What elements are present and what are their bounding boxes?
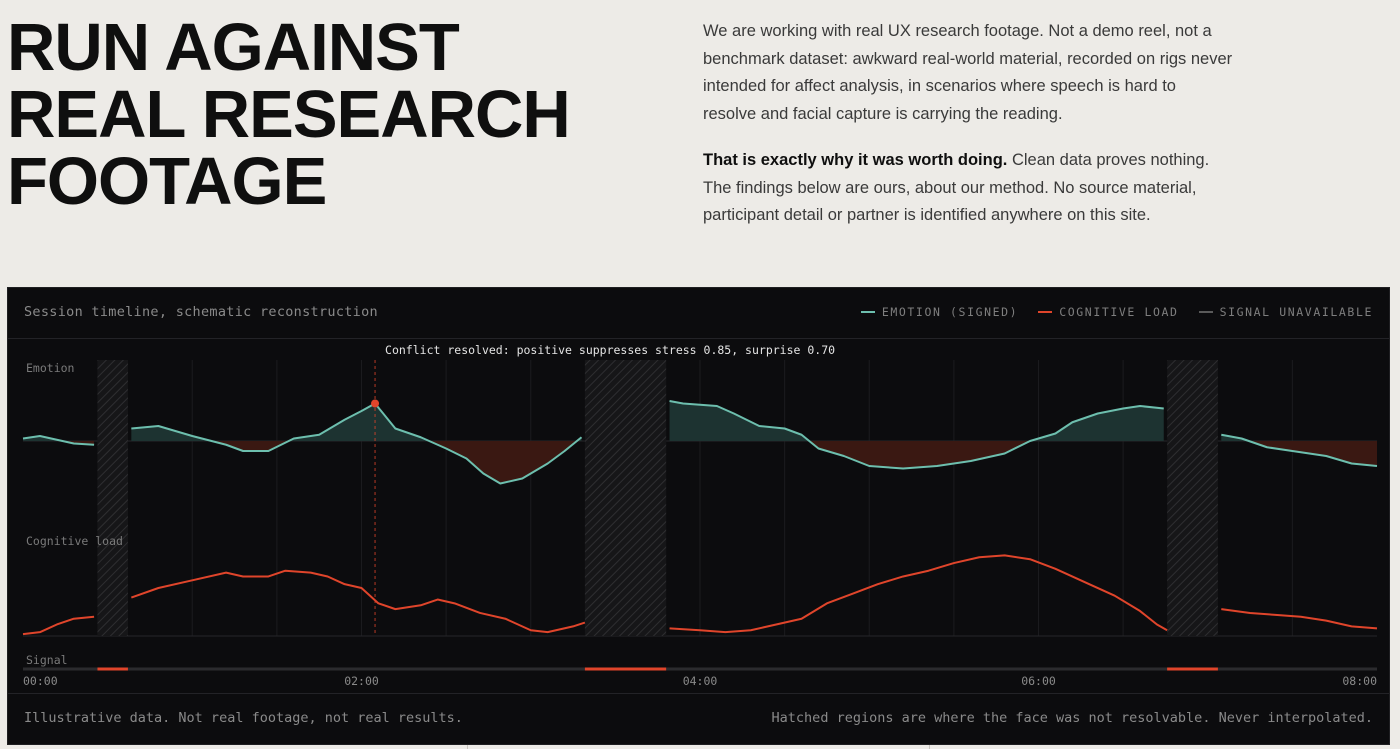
chart-legend: EMOTION (SIGNED) COGNITIVE LOAD SIGNAL U… [860,305,1373,319]
cognitive-load-series-line [22,615,95,636]
page-headline: RUN AGAINST REAL RESEARCH FOOTAGE [7,14,647,215]
legend-swatch-emotion [860,311,875,313]
x-tick-label: 04:00 [683,674,718,688]
intro-paragraph-1: We are working with real UX research foo… [703,22,1233,123]
panel-footer: Illustrative data. Not real footage, not… [8,693,1389,744]
cognitive-load-series-line [1221,608,1378,630]
legend-label-emotion: EMOTION (SIGNED) [881,305,1019,319]
footer-disclaimer: Illustrative data. Not real footage, not… [24,710,463,726]
legend-swatch-signal-unavailable [1198,311,1213,313]
legend-label-signal-unavailable: SIGNAL UNAVAILABLE [1219,305,1373,319]
panel-title: Session timeline, schematic reconstructi… [24,304,378,320]
row-label-signal: Signal [26,653,68,667]
footer-hatch-note: Hatched regions are where the face was n… [771,710,1373,726]
panel-header: Session timeline, schematic reconstructi… [8,288,1389,339]
signal-unavailable-region [1167,360,1218,636]
headline-line-3: FOOTAGE [7,144,327,219]
intro-text: We are working with real UX research foo… [703,18,1233,249]
signal-unavailable-region [584,360,667,636]
legend-label-cognitive-load: COGNITIVE LOAD [1059,305,1179,319]
intro-paragraph-2: That is exactly why it was worth doing. … [703,147,1233,230]
legend-swatch-cognitive-load [1038,311,1053,313]
cognitive-load-series-line [130,569,586,634]
x-tick-label: 02:00 [344,674,379,688]
x-tick-label: 00:00 [23,674,58,688]
headline-line-1: RUN AGAINST [7,10,460,85]
signal-unavailable-region [97,360,128,636]
legend-item-cognitive-load: COGNITIVE LOAD [1038,305,1178,319]
annotation-point [371,399,380,408]
session-timeline-panel: Conflict resolved: positive suppresses s… [7,287,1390,745]
intro-emphasis: That is exactly why it was worth doing. [703,151,1008,169]
x-tick-label: 06:00 [1021,674,1056,688]
divider-tick [929,745,930,749]
legend-item-signal-unavailable: SIGNAL UNAVAILABLE [1198,305,1373,319]
annotation-label: Conflict resolved: positive suppresses s… [385,343,835,357]
cognitive-load-series-line [669,554,1168,634]
headline-line-2: REAL RESEARCH [7,77,571,152]
divider-tick [467,745,468,749]
legend-item-emotion: EMOTION (SIGNED) [860,305,1019,319]
session-timeline-chart: Conflict resolved: positive suppresses s… [22,343,1378,688]
x-tick-label: 08:00 [1342,674,1377,688]
row-label-cognitive-load: Cognitive load [26,534,123,548]
row-label-emotion: Emotion [26,361,74,375]
